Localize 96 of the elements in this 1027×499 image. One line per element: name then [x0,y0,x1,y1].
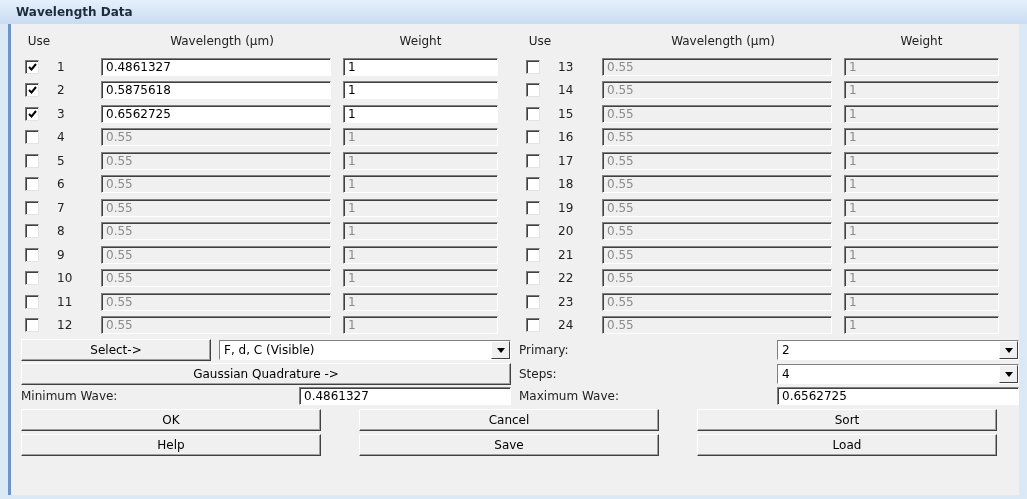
row-number: 21 [558,247,575,262]
wavelength-field[interactable]: 0.55 [602,269,832,287]
weight-field[interactable]: 1 [844,198,999,217]
wavelength-field[interactable]: 0.6562725 [101,104,331,123]
maximum-wave-label: Maximum Wave: [519,389,620,403]
row-number: 6 [57,177,66,191]
wavelength-field[interactable]: 0.55 [602,57,832,76]
weight-field[interactable]: 1 [844,292,999,311]
wavelength-field[interactable]: 0.55 [602,128,832,146]
weight-field[interactable]: 1 [343,128,498,146]
weight-field[interactable]: 1 [343,175,498,193]
wavelength-field[interactable]: 0.55 [101,128,331,146]
dialog-button[interactable]: Load [697,434,997,456]
minimum-wave-field[interactable]: 0.4861327 [299,387,511,405]
row-number: 8 [57,224,66,238]
row-number: 17 [558,153,575,168]
weight-field[interactable]: 1 [844,175,999,193]
weight-field[interactable]: 1 [343,57,498,76]
column-header: Use [527,33,553,50]
wavelength-field[interactable]: 0.55 [602,81,832,99]
row-number: 11 [57,294,74,309]
dialog-button[interactable]: OK [21,409,321,431]
row-number: 7 [57,200,66,215]
row-number: 23 [558,294,575,309]
weight-field[interactable]: 1 [343,222,498,240]
weight-field[interactable]: 1 [844,316,999,334]
row-number: 13 [558,59,575,74]
wavelength-field[interactable]: 0.55 [101,245,331,264]
window-title: Wavelength Data [0,0,1027,24]
dropdown[interactable]: 4 [777,364,1019,384]
weight-field[interactable]: 1 [343,269,498,287]
wavelength-field[interactable]: 0.55 [101,269,331,287]
dropdown[interactable]: F, d, C (Visible) [219,340,511,360]
wavelength-field[interactable]: 0.55 [602,104,832,123]
column-header: Wavelength (µm) [670,33,776,50]
dropdown[interactable]: 2 [777,340,1019,360]
wavelength-field[interactable]: 0.55 [602,292,832,311]
row-number: 24 [558,318,575,332]
row-number: 12 [57,318,74,332]
row-number: 3 [57,106,66,121]
wavelength-field[interactable]: 0.55 [101,175,331,193]
select-button[interactable]: Select-> [21,339,211,361]
minimum-wave-label: Minimum Wave: [21,389,119,403]
weight-field[interactable]: 1 [844,128,999,146]
weight-field[interactable]: 1 [343,151,498,170]
wavelength-field[interactable]: 0.55 [101,222,331,240]
weight-field[interactable]: 1 [343,81,498,99]
column-header: Wavelength (µm) [169,33,275,50]
weight-field[interactable]: 1 [844,104,999,123]
weight-field[interactable]: 1 [844,222,999,240]
row-number: 22 [558,271,575,285]
weight-field[interactable]: 1 [844,245,999,264]
column-header: Weight [899,33,944,50]
dialog-button[interactable]: Save [359,434,659,456]
row-number: 9 [57,247,66,262]
wavelength-field[interactable]: 0.55 [602,316,832,334]
wavelength-field[interactable]: 0.55 [101,292,331,311]
wavelength-field[interactable]: 0.4861327 [101,57,331,76]
maximum-wave-field[interactable]: 0.6562725 [777,387,1019,405]
wavelength-field[interactable]: 0.55 [602,245,832,264]
wavelength-field[interactable]: 0.55 [101,151,331,170]
column-header: Use [26,33,52,50]
wavelength-field[interactable]: 0.55 [101,198,331,217]
weight-field[interactable]: 1 [844,269,999,287]
column-header: Weight [398,33,443,50]
row-number: 19 [558,200,575,215]
row-number: 5 [57,153,66,168]
row-number: 20 [558,224,575,238]
row-number: 1 [57,59,66,74]
row-number: 10 [57,271,74,285]
wavelength-field[interactable]: 0.55 [602,151,832,170]
primary-label: Primary: [519,343,570,357]
weight-field[interactable]: 1 [343,245,498,264]
weight-field[interactable]: 1 [844,151,999,170]
row-number: 15 [558,106,575,121]
wavelength-field[interactable]: 0.55 [602,222,832,240]
weight-field[interactable]: 1 [343,316,498,334]
dialog-button[interactable]: Cancel [359,409,659,431]
weight-field[interactable]: 1 [343,104,498,123]
gaussian-quadrature-button[interactable]: Gaussian Quadrature -> [21,363,511,385]
steps-label: Steps: [519,367,558,381]
row-number: 2 [57,83,66,97]
row-number: 14 [558,83,575,97]
weight-field[interactable]: 1 [844,81,999,99]
wavelength-field[interactable]: 0.5875618 [101,81,331,99]
dialog-button[interactable]: Help [21,434,321,456]
weight-field[interactable]: 1 [343,292,498,311]
dialog-button[interactable]: Sort [697,409,997,431]
weight-field[interactable]: 1 [844,57,999,76]
weight-field[interactable]: 1 [343,198,498,217]
wavelength-field[interactable]: 0.55 [602,198,832,217]
row-number: 18 [558,177,575,191]
wavelength-field[interactable]: 0.55 [602,175,832,193]
row-number: 16 [558,130,575,144]
row-number: 4 [57,130,66,144]
wavelength-field[interactable]: 0.55 [101,316,331,334]
